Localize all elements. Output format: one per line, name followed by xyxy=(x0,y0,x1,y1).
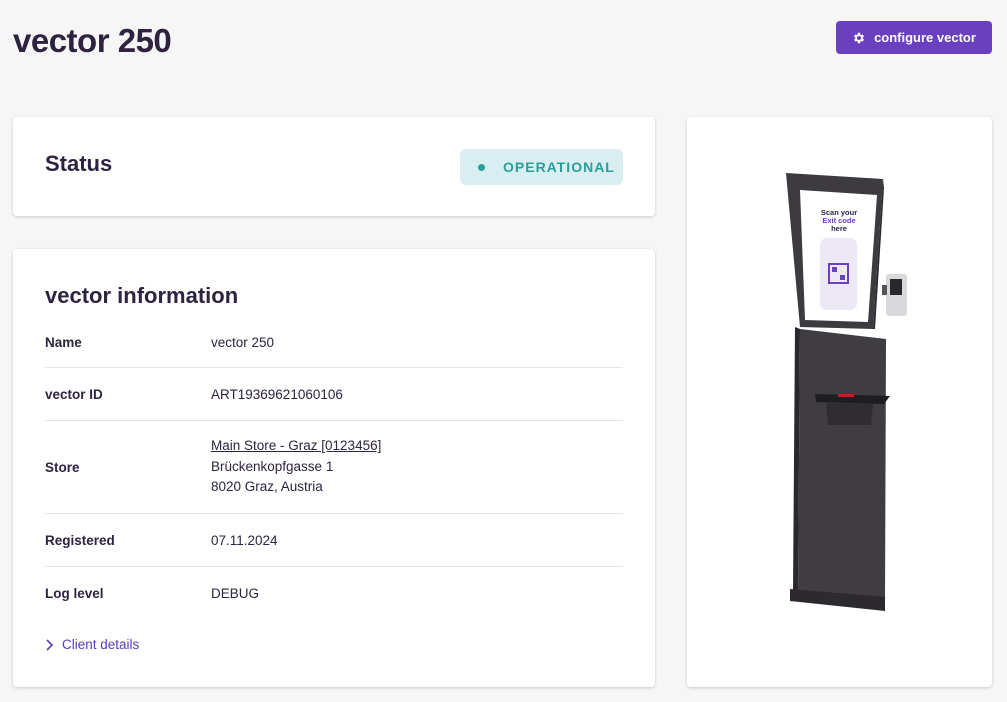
store-address-line1: Brückenkopfgasse 1 xyxy=(211,458,334,474)
info-label-log-level: Log level xyxy=(45,586,104,601)
info-value-log-level: DEBUG xyxy=(211,586,260,601)
kiosk-image: Scan your Exit code here xyxy=(786,173,907,611)
configure-vector-button[interactable]: configure vector xyxy=(836,21,992,54)
info-row-log-level: Log level DEBUG xyxy=(45,567,623,620)
status-badge: OPERATIONAL xyxy=(460,149,623,185)
info-row-name: Name vector 250 xyxy=(45,317,623,368)
vector-information-card: vector information Name vector 250 vecto… xyxy=(13,249,655,687)
status-badge-label: OPERATIONAL xyxy=(503,159,615,175)
info-value-vector-id: ART19369621060106 xyxy=(211,386,343,402)
status-title: Status xyxy=(45,151,113,176)
info-table: Name vector 250 vector ID ART19369621060… xyxy=(45,317,623,620)
status-card: Status OPERATIONAL xyxy=(13,117,655,216)
kiosk-screen-line3: here xyxy=(831,224,847,233)
info-label-registered: Registered xyxy=(45,532,115,548)
info-label-store: Store xyxy=(45,459,80,475)
status-dot-icon xyxy=(478,163,485,171)
store-link[interactable]: Main Store - Graz [0123456] xyxy=(211,436,381,457)
gear-icon xyxy=(854,32,865,43)
info-label-vector-id: vector ID xyxy=(45,386,103,402)
info-row-vector-id: vector ID ART19369621060106 xyxy=(45,368,623,421)
page-title: vector 250 xyxy=(13,22,172,59)
client-details-toggle[interactable]: Client details xyxy=(45,637,139,652)
client-details-label: Client details xyxy=(62,637,140,652)
configure-vector-label: configure vector xyxy=(874,30,976,45)
info-title: vector information xyxy=(45,283,239,308)
chevron-right-icon xyxy=(46,638,54,651)
info-row-store: Store Main Store - Graz [0123456] Brücke… xyxy=(45,421,623,514)
info-row-registered: Registered 07.11.2024 xyxy=(45,514,623,567)
store-address-line2: 8020 Graz, Austria xyxy=(211,479,323,495)
info-value-registered: 07.11.2024 xyxy=(211,532,278,548)
kiosk-image-card: Scan your Exit code here xyxy=(687,117,992,687)
info-value-name: vector 250 xyxy=(211,334,275,350)
info-label-name: Name xyxy=(45,334,82,350)
info-value-store: Main Store - Graz [0123456] Brückenkopfg… xyxy=(211,436,381,498)
